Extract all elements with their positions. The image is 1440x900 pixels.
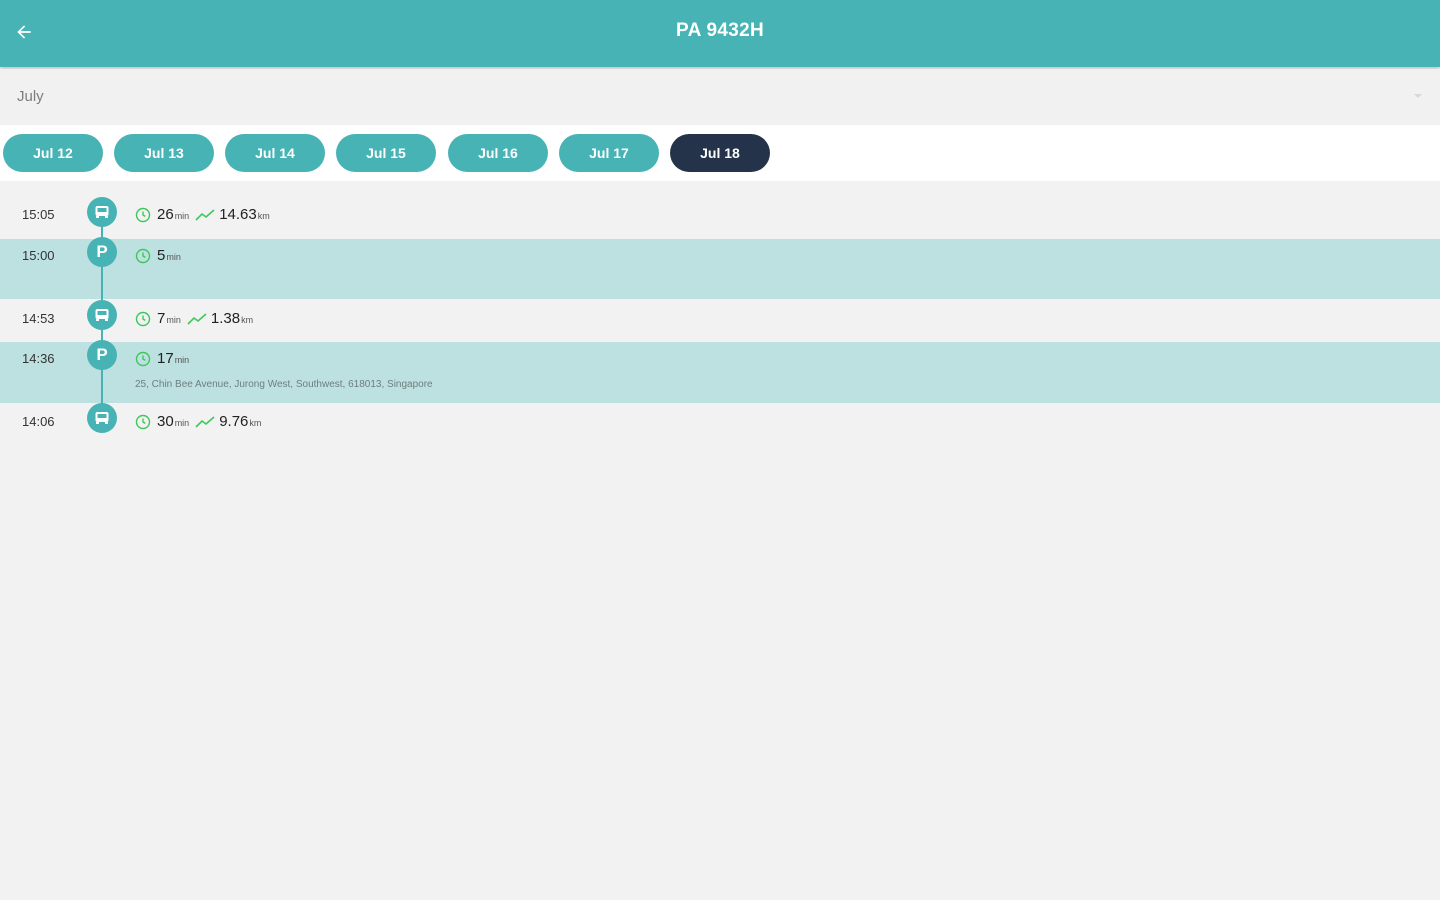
duration-unit: min [166, 252, 181, 262]
duration-unit: min [166, 315, 181, 325]
trip-timeline: 15:05 26 min 14.63 km 15:00 5 min 14:53 7 mi… [0, 181, 1440, 900]
car-icon [87, 403, 117, 433]
trip-duration: 30 [157, 413, 174, 430]
clock-icon [135, 414, 151, 429]
date-chip-selected[interactable]: Jul 18 [670, 134, 770, 172]
parking-stats: 17 min [135, 350, 193, 367]
date-chip[interactable]: Jul 14 [225, 134, 325, 172]
clock-icon [135, 311, 151, 326]
parking-icon: P [87, 237, 117, 267]
clock-icon [135, 351, 151, 366]
trip-distance: 1.38 [210, 310, 241, 327]
duration-unit: min [174, 355, 190, 365]
distance-unit: km [241, 315, 254, 325]
car-icon [87, 197, 117, 227]
month-selector[interactable]: July [0, 69, 1440, 125]
page-title: PA 9432H [676, 20, 764, 41]
timeline-item-parking[interactable]: 15:00 5 min [0, 239, 1440, 299]
timeline-time: 14:36 [22, 351, 55, 366]
distance-unit: km [249, 418, 262, 428]
timeline-time: 14:53 [22, 311, 55, 326]
trip-stats: 7 min 1.38 km [135, 310, 257, 327]
app-bar: PA 9432H [0, 0, 1440, 67]
car-icon [87, 300, 117, 330]
clock-icon [135, 248, 151, 263]
route-trend-icon [195, 415, 215, 428]
timeline-time: 15:00 [22, 248, 55, 263]
duration-unit: min [174, 211, 190, 221]
timeline-item-parking[interactable]: 14:36 17 min 25, Chin Bee Avenue, Jurong … [0, 342, 1440, 403]
timeline-item-drive[interactable]: 15:05 26 min 14.63 km [0, 191, 1440, 239]
parking-stats: 5 min [135, 247, 185, 264]
timeline-time: 14:06 [22, 414, 55, 429]
parking-duration: 5 [157, 247, 166, 264]
route-trend-icon [187, 312, 207, 325]
timeline-item-drive[interactable]: 14:06 30 min 9.76 km [0, 403, 1440, 445]
trip-stats: 26 min 14.63 km [135, 206, 274, 223]
trip-duration: 26 [157, 206, 174, 223]
date-chip[interactable]: Jul 13 [114, 134, 214, 172]
parking-address: 25, Chin Bee Avenue, Jurong West, Southw… [135, 379, 433, 390]
date-chip[interactable]: Jul 15 [336, 134, 436, 172]
month-label: July [17, 88, 44, 105]
timeline-time: 15:05 [22, 207, 55, 222]
chevron-down-icon [1414, 94, 1422, 98]
trip-duration: 7 [157, 310, 166, 327]
trip-distance: 9.76 [219, 413, 249, 430]
date-chip-bar: Jul 12 Jul 13 Jul 14 Jul 15 Jul 16 Jul 1… [0, 125, 1440, 181]
distance-unit: km [257, 211, 270, 221]
date-chip[interactable]: Jul 17 [559, 134, 659, 172]
parking-icon: P [87, 340, 117, 370]
clock-icon [135, 207, 151, 222]
trip-distance: 14.63 [219, 206, 257, 223]
trip-stats: 30 min 9.76 km [135, 413, 265, 430]
route-trend-icon [195, 208, 215, 221]
date-chip[interactable]: Jul 12 [3, 134, 103, 172]
parking-duration: 17 [157, 350, 174, 367]
date-chip[interactable]: Jul 16 [448, 134, 548, 172]
duration-unit: min [174, 418, 190, 428]
timeline-item-drive[interactable]: 14:53 7 min 1.38 km [0, 299, 1440, 342]
